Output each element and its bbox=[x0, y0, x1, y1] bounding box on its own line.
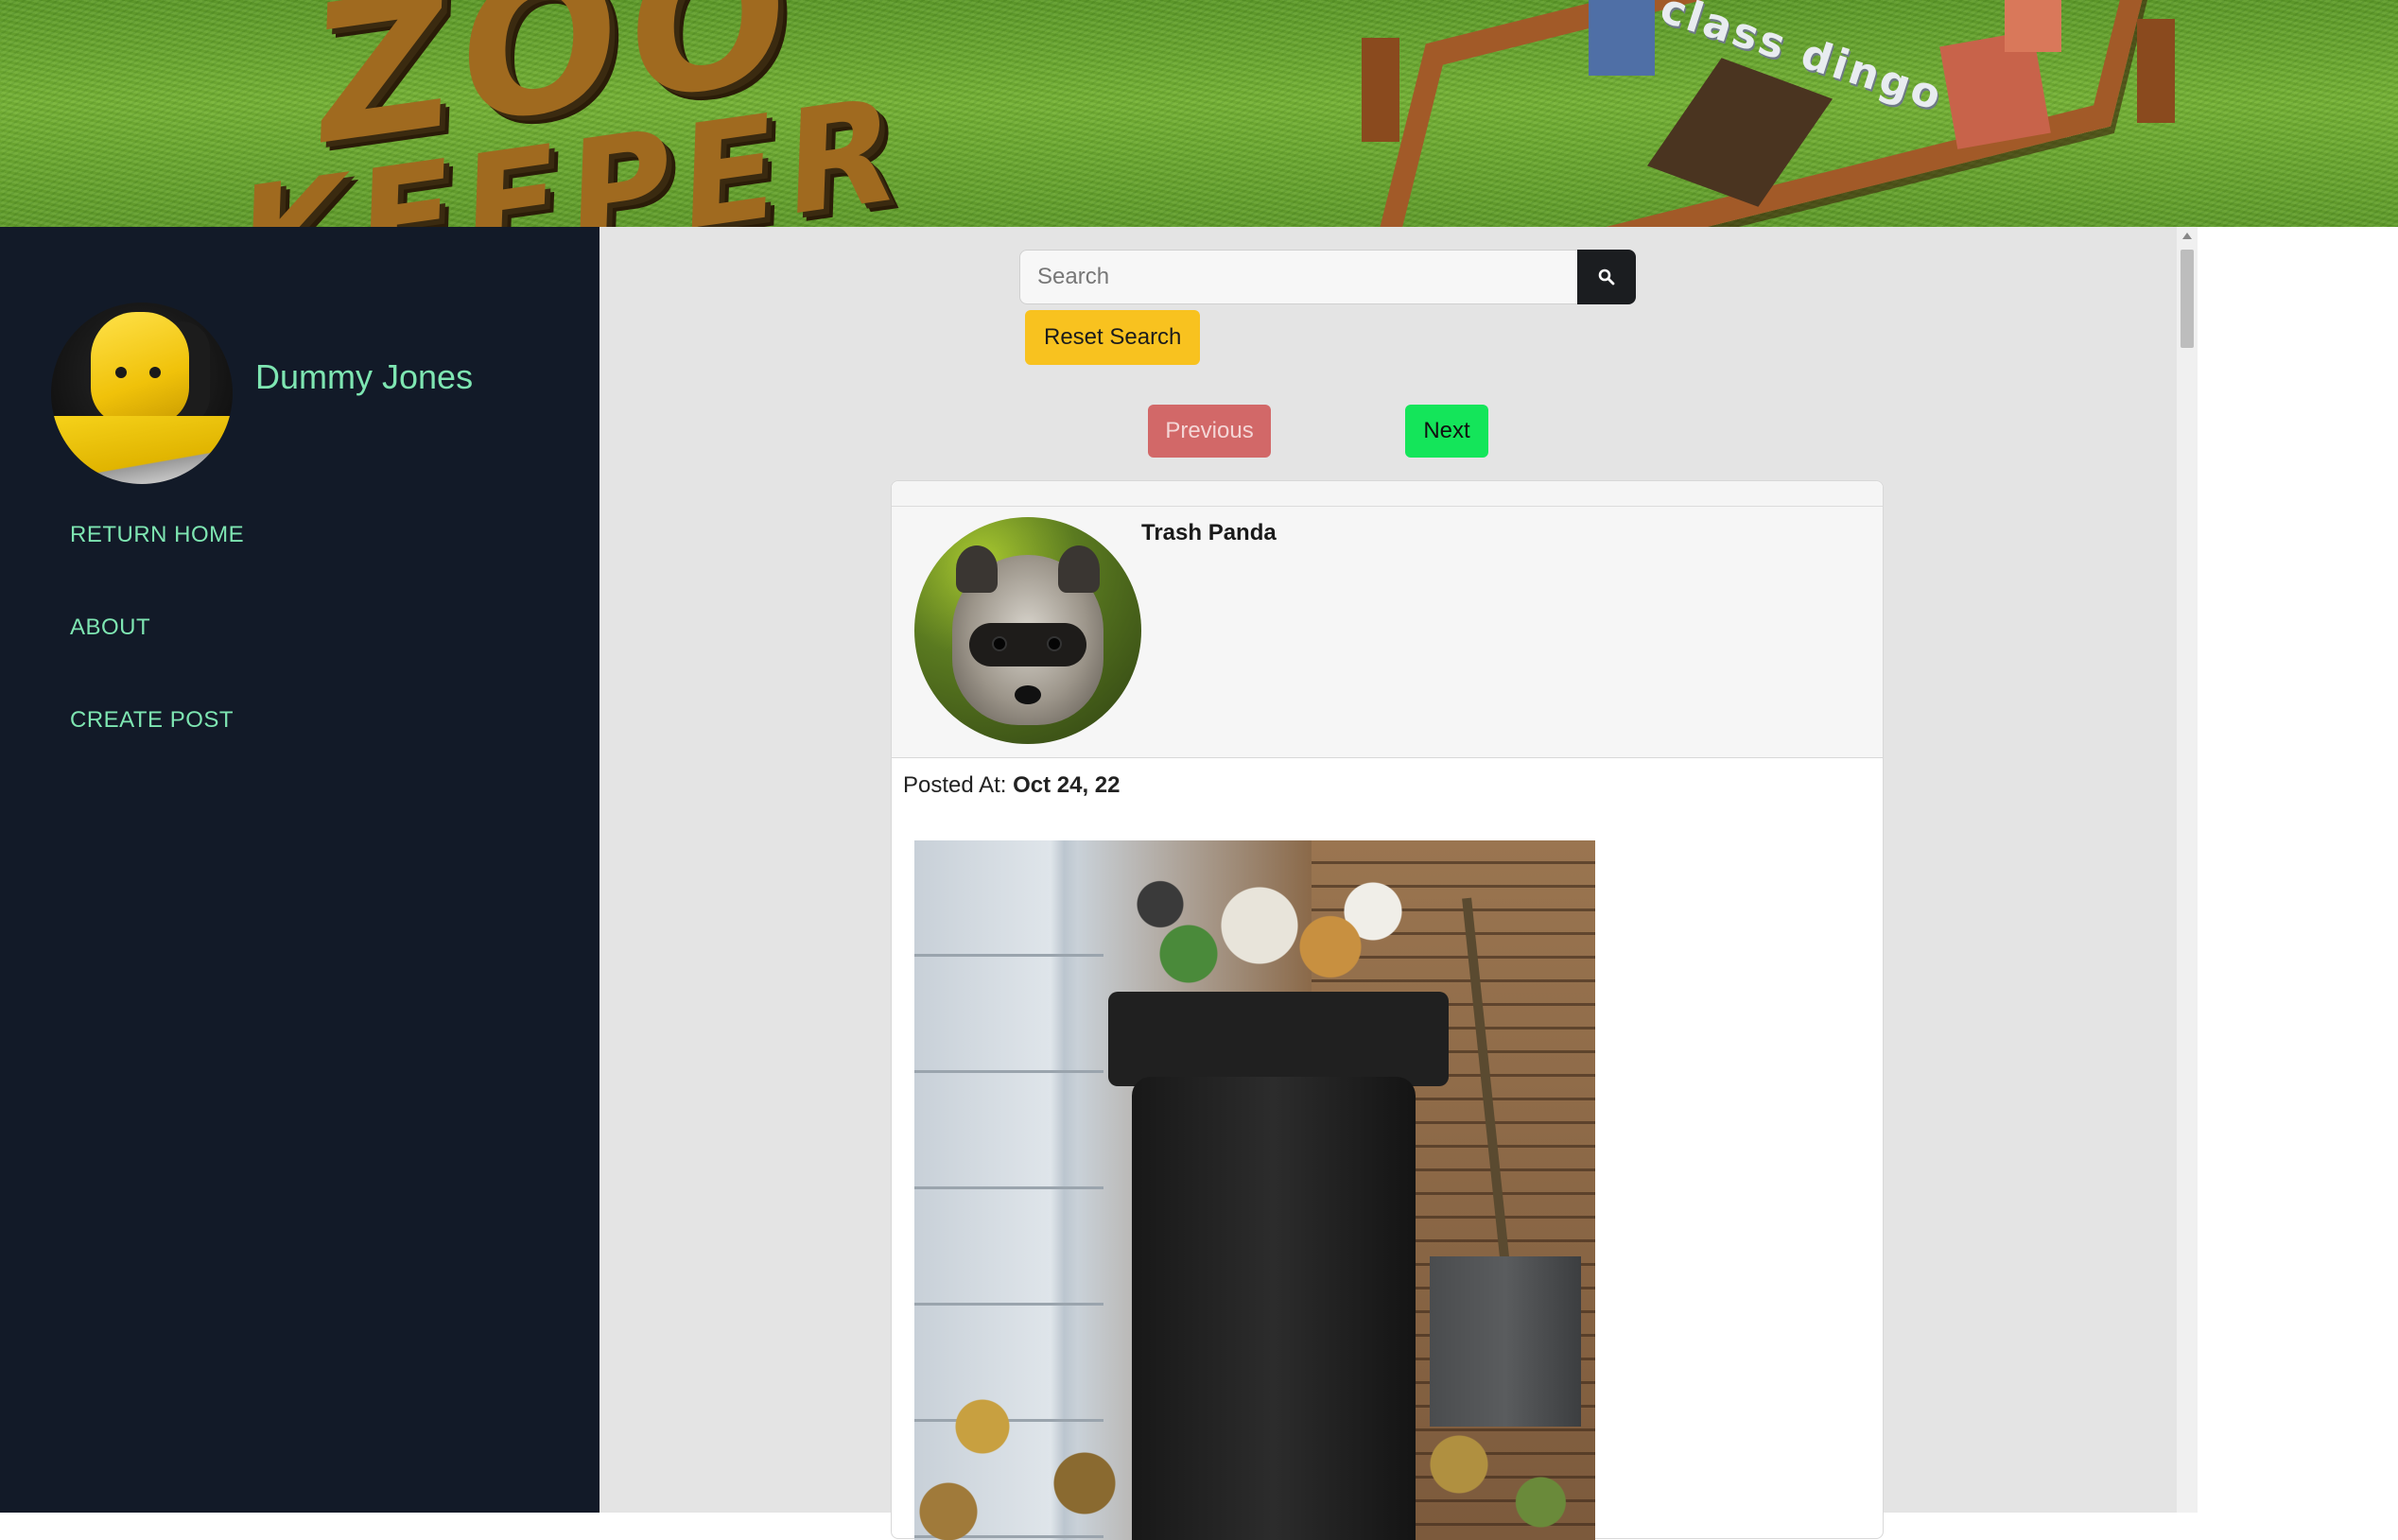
post-card: Trash Panda Posted At: Oct 24, 22 bbox=[891, 480, 1884, 1540]
reset-search-button[interactable]: Reset Search bbox=[1025, 310, 1201, 365]
posted-date: Oct 24, 22 bbox=[1013, 772, 1121, 798]
scroll-up-arrow-icon[interactable] bbox=[2182, 233, 2192, 239]
nav-about[interactable]: ABOUT bbox=[70, 614, 244, 641]
banner-figure bbox=[1589, 0, 1655, 76]
main-content: Reset Search Previous Next Trash Panda P… bbox=[600, 227, 2177, 1540]
right-margin bbox=[2198, 227, 2398, 1513]
post-author-name[interactable]: Trash Panda bbox=[1141, 520, 1277, 546]
raccoon-face bbox=[952, 545, 1103, 725]
post-timestamp: Posted At: Oct 24, 22 bbox=[903, 772, 1120, 799]
post-header: Trash Panda bbox=[892, 507, 1883, 758]
banner-fence-post bbox=[1362, 38, 1399, 142]
post-card-topbar bbox=[892, 481, 1883, 507]
search-button[interactable] bbox=[1577, 250, 1636, 304]
sidebar-nav: RETURN HOME ABOUT CREATE POST bbox=[70, 522, 244, 800]
page-scrollbar[interactable] bbox=[2177, 227, 2198, 1513]
header-banner: ZOO KEEPER class dingo bbox=[0, 0, 2398, 227]
banner-figure bbox=[2005, 0, 2061, 52]
sidebar: Dummy Jones RETURN HOME ABOUT CREATE POS… bbox=[0, 227, 600, 1513]
profile-name: Dummy Jones bbox=[255, 357, 474, 396]
banner-fence-post bbox=[2137, 19, 2175, 123]
avatar-head bbox=[91, 312, 189, 425]
nav-create-post[interactable]: CREATE POST bbox=[70, 707, 244, 734]
search-bar bbox=[1019, 250, 1636, 304]
profile-avatar bbox=[51, 303, 233, 484]
nav-return-home[interactable]: RETURN HOME bbox=[70, 522, 244, 548]
previous-button[interactable]: Previous bbox=[1148, 405, 1271, 458]
avatar-body bbox=[51, 416, 233, 484]
search-input[interactable] bbox=[1019, 250, 1577, 304]
post-image bbox=[914, 840, 1595, 1540]
author-avatar[interactable] bbox=[914, 517, 1141, 744]
posted-label: Posted At: bbox=[903, 772, 1007, 798]
scroll-thumb[interactable] bbox=[2181, 250, 2194, 348]
next-button[interactable]: Next bbox=[1405, 405, 1488, 458]
search-icon bbox=[1598, 268, 1615, 286]
